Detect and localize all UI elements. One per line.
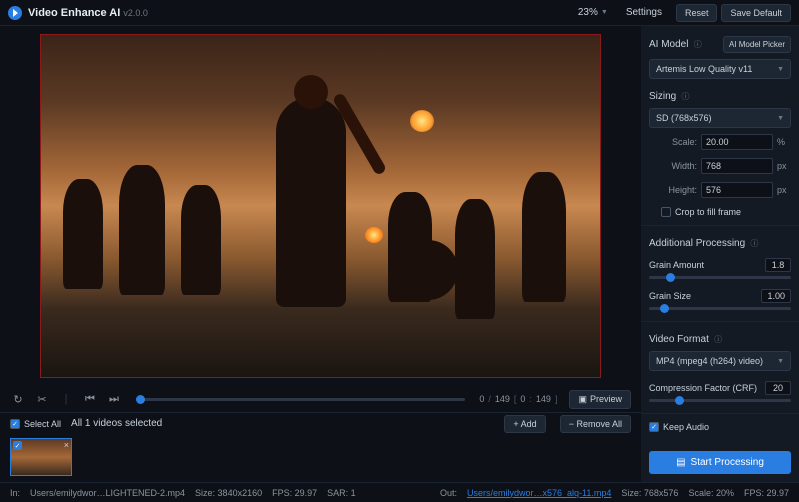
playback-controls: ↻ ✂ | ⏮ ⏭ 0 / 149 [ 0 : 149 ] ▣Preview <box>0 386 641 412</box>
scale-input[interactable] <box>701 134 773 150</box>
divider-icon: | <box>58 391 74 407</box>
thumbnail-strip: ✓ × <box>0 434 641 482</box>
settings-button[interactable]: Settings <box>626 7 662 18</box>
info-icon[interactable]: ⓘ <box>679 92 689 101</box>
out-label: Out: <box>440 488 457 498</box>
add-button[interactable]: + Add <box>504 415 545 433</box>
crf-label: Compression Factor (CRF) <box>649 383 757 393</box>
reload-icon[interactable]: ↻ <box>10 391 26 407</box>
crf-slider[interactable] <box>649 399 791 402</box>
checkbox-checked-icon: ✓ <box>649 422 659 432</box>
zoom-dropdown[interactable]: 23% ▼ <box>578 7 608 18</box>
zoom-value: 23% <box>578 7 598 18</box>
app-title: Video Enhance AI <box>28 7 120 19</box>
minus-icon: − <box>569 419 574 429</box>
chevron-down-icon: ▼ <box>777 358 784 365</box>
info-icon[interactable]: ⓘ <box>691 40 701 49</box>
grain-amount-slider[interactable] <box>649 276 791 279</box>
selection-count: All 1 videos selected <box>71 418 162 429</box>
prev-frame-icon[interactable]: ⏮ <box>82 391 98 407</box>
scale-label: Scale: <box>661 137 697 147</box>
grain-amount-value[interactable]: 1.8 <box>765 258 791 272</box>
remove-all-button[interactable]: − Remove All <box>560 415 631 433</box>
in-fps: FPS: 29.97 <box>272 488 317 498</box>
camera-icon: ▣ <box>578 394 587 404</box>
thumbnail-item[interactable]: ✓ × <box>10 438 72 476</box>
checkbox-empty-icon <box>661 207 671 217</box>
sizing-header: Sizing ⓘ <box>649 91 791 102</box>
app-version: v2.0.0 <box>123 8 148 18</box>
in-label: In: <box>10 488 20 498</box>
next-frame-icon[interactable]: ⏭ <box>106 391 122 407</box>
library-bar: ✓ Select All All 1 videos selected + Add… <box>0 412 641 434</box>
settings-panel: AI Model ⓘ AI Model Picker Artemis Low Q… <box>641 26 799 482</box>
processing-header: Additional Processing ⓘ <box>649 238 791 249</box>
chevron-down-icon: ▼ <box>777 66 784 73</box>
out-fps: FPS: 29.97 <box>744 488 789 498</box>
video-format-select[interactable]: MP4 (mpeg4 (h264) video)▼ <box>649 351 791 371</box>
in-sar: SAR: 1 <box>327 488 356 498</box>
statusbar: In: Users/emilydwor…LIGHTENED-2.mp4 Size… <box>0 482 799 502</box>
in-file: Users/emilydwor…LIGHTENED-2.mp4 <box>30 488 185 498</box>
cut-icon[interactable]: ✂ <box>34 391 50 407</box>
checkbox-checked-icon[interactable]: ✓ <box>13 441 22 450</box>
width-input[interactable] <box>701 158 773 174</box>
grain-size-slider[interactable] <box>649 307 791 310</box>
ai-model-select[interactable]: Artemis Low Quality v11▼ <box>649 59 791 79</box>
ai-model-header: AI Model ⓘ AI Model Picker <box>649 36 791 53</box>
reset-button[interactable]: Reset <box>676 4 718 22</box>
out-file-link[interactable]: Users/emilydwor…x576_alq-11.mp4 <box>467 488 611 498</box>
info-icon[interactable]: ⓘ <box>712 335 722 344</box>
grain-size-value[interactable]: 1.00 <box>761 289 791 303</box>
crop-checkbox[interactable]: Crop to fill frame <box>661 207 791 217</box>
video-format-header: Video Format ⓘ <box>649 334 791 345</box>
keep-audio-checkbox[interactable]: ✓ Keep Audio <box>649 422 791 432</box>
in-size: Size: 3840x2160 <box>195 488 262 498</box>
titlebar: Video Enhance AI v2.0.0 23% ▼ Settings R… <box>0 0 799 26</box>
info-icon[interactable]: ⓘ <box>748 239 758 248</box>
chevron-down-icon: ▼ <box>777 115 784 122</box>
height-label: Height: <box>661 185 697 195</box>
timeline-slider[interactable] <box>136 398 465 401</box>
preview-button[interactable]: ▣Preview <box>569 390 631 409</box>
grain-amount-label: Grain Amount <box>649 260 704 270</box>
save-default-button[interactable]: Save Default <box>721 4 791 22</box>
select-all-checkbox[interactable]: ✓ Select All <box>10 419 61 429</box>
close-icon[interactable]: × <box>64 440 69 450</box>
save-icon: ▤ <box>676 457 685 468</box>
out-size: Size: 768x576 <box>621 488 678 498</box>
checkbox-checked-icon: ✓ <box>10 419 20 429</box>
preview-area <box>0 26 641 386</box>
app-logo-icon <box>8 6 22 20</box>
preview-frame[interactable] <box>40 34 601 378</box>
crf-value[interactable]: 20 <box>765 381 791 395</box>
out-scale: Scale: 20% <box>688 488 734 498</box>
height-input[interactable] <box>701 182 773 198</box>
grain-size-label: Grain Size <box>649 291 691 301</box>
width-label: Width: <box>661 161 697 171</box>
sizing-preset-select[interactable]: SD (768x576)▼ <box>649 108 791 128</box>
frame-counter: 0 / 149 [ 0 : 149 ] <box>479 394 557 404</box>
start-processing-button[interactable]: ▤ Start Processing <box>649 451 791 474</box>
ai-model-picker-button[interactable]: AI Model Picker <box>723 36 791 53</box>
plus-icon: + <box>513 419 518 429</box>
chevron-down-icon: ▼ <box>601 9 608 16</box>
